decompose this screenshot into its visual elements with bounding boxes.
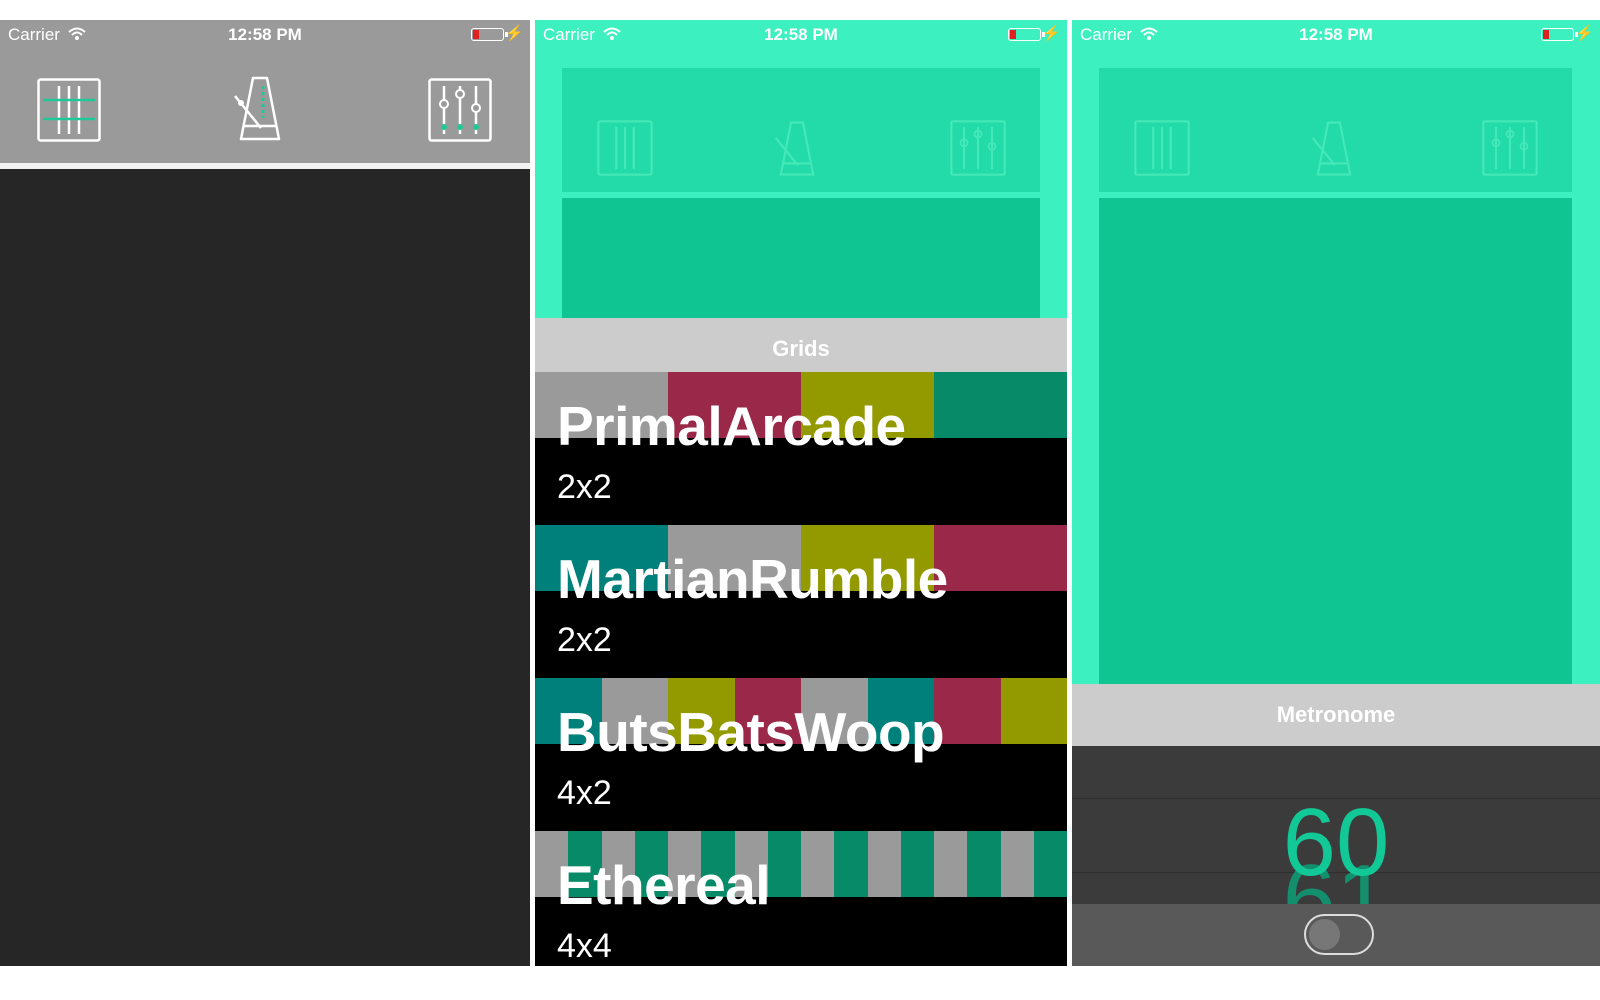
- color-swatch: [834, 831, 868, 897]
- grid-size: 2x2: [557, 468, 612, 506]
- toolbar-divider: [0, 163, 530, 169]
- color-swatch: [967, 831, 1001, 897]
- charging-icon: ⚡: [505, 25, 524, 42]
- clock: 12:58 PM: [228, 25, 302, 44]
- status-bar: Carrier 12:58 PM ⚡: [535, 20, 1067, 50]
- color-swatch: [934, 831, 968, 897]
- grid-icon[interactable]: [37, 78, 101, 142]
- color-swatch: [934, 525, 1067, 591]
- metronome-toggle[interactable]: [1304, 914, 1374, 955]
- background-toolbar: [1099, 68, 1572, 192]
- color-swatch: [1033, 831, 1067, 897]
- toggle-knob: [1309, 919, 1340, 950]
- mixer-icon: [1482, 120, 1538, 176]
- color-swatch: [900, 831, 934, 897]
- grid-icon: [597, 120, 653, 176]
- metronome-icon: [774, 121, 815, 176]
- charging-icon: ⚡: [1575, 25, 1594, 42]
- phone-screen-home: Carrier 12:58 PM ⚡: [0, 20, 530, 966]
- metronome-footer: [1072, 904, 1600, 966]
- grid-list-item[interactable]: PrimalArcade 2x2: [535, 372, 1067, 528]
- status-bar: Carrier 12:58 PM ⚡: [1072, 20, 1600, 50]
- mixer-icon: [950, 120, 1006, 176]
- grid-name: MartianRumble: [557, 548, 948, 610]
- clock: 12:58 PM: [1299, 25, 1373, 44]
- color-swatch: [867, 831, 901, 897]
- color-swatch: [1000, 678, 1067, 744]
- battery-icon: [1541, 28, 1578, 41]
- phone-screen-grids: Carrier 12:58 PM ⚡ Grids PrimalArcade 2x…: [535, 20, 1067, 966]
- grid-name: ButsBatsWoop: [557, 701, 945, 763]
- color-swatch: [934, 372, 1067, 438]
- bpm-value[interactable]: 60: [1072, 788, 1600, 898]
- battery-icon: [471, 28, 508, 41]
- grid-icon: [1134, 120, 1190, 176]
- color-swatch: [1000, 831, 1034, 897]
- metronome-header: Metronome: [1072, 684, 1600, 746]
- grid-size: 4x2: [557, 774, 612, 812]
- background-toolbar: [562, 68, 1040, 192]
- color-swatch: [801, 831, 835, 897]
- status-bar: Carrier 12:58 PM ⚡: [0, 20, 530, 50]
- charging-icon: ⚡: [1042, 25, 1061, 42]
- grid-name: Ethereal: [557, 854, 771, 916]
- metronome-icon[interactable]: [233, 76, 287, 142]
- mixer-icon[interactable]: [428, 78, 492, 142]
- grids-header: Grids: [535, 318, 1067, 380]
- grid-list-item[interactable]: Ethereal 4x4: [535, 831, 1067, 966]
- grid-list-item[interactable]: ButsBatsWoop 4x2: [535, 678, 1067, 834]
- background-panel: [562, 198, 1040, 338]
- battery-icon: [1008, 28, 1045, 41]
- grid-list-item[interactable]: MartianRumble 2x2: [535, 525, 1067, 681]
- phone-screen-metronome: Carrier 12:58 PM ⚡ Metronome 61 60: [1072, 20, 1600, 966]
- clock: 12:58 PM: [764, 25, 838, 44]
- background-panel: [1099, 198, 1572, 688]
- metronome-icon: [1311, 121, 1352, 176]
- grid-name: PrimalArcade: [557, 395, 906, 457]
- grid-size: 2x2: [557, 621, 612, 659]
- color-swatch: [767, 831, 801, 897]
- grid-size: 4x4: [557, 927, 612, 965]
